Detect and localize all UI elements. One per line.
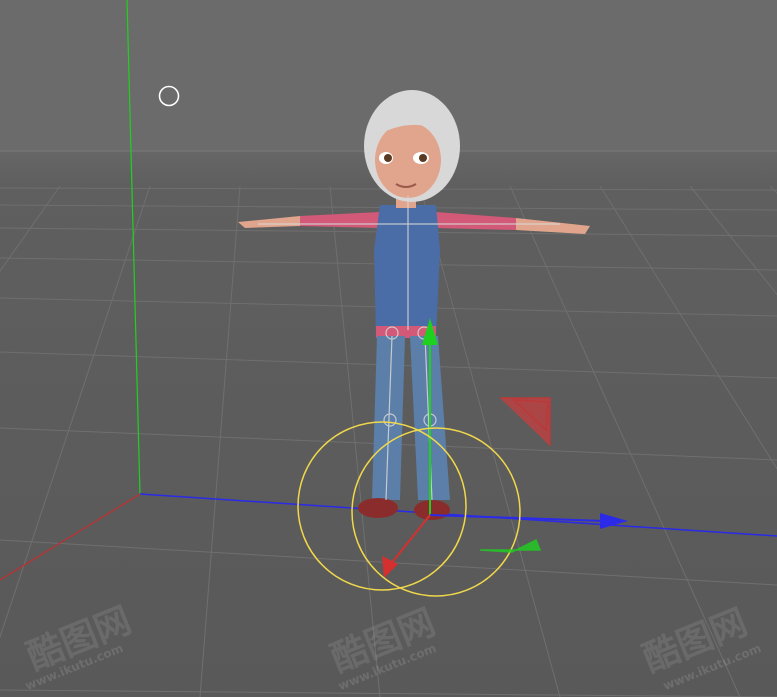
angle-helper-red	[500, 397, 551, 446]
gizmo-x-axis[interactable]	[429, 514, 606, 522]
left-shoe	[358, 498, 398, 518]
light-marker-icon[interactable]	[158, 85, 180, 107]
vest	[374, 205, 440, 338]
left-arm	[300, 212, 380, 228]
right-pupil	[419, 154, 427, 162]
right-shoe	[414, 500, 450, 520]
left-pupil	[384, 154, 392, 162]
world-axis-y	[126, 0, 141, 495]
world-axis-z	[0, 493, 141, 581]
right-arm	[436, 212, 516, 230]
3d-viewport[interactable]: 酷图网 www.ikutu.com 酷图网 www.ikutu.com 酷图网 …	[0, 0, 777, 697]
angle-helper-green	[479, 538, 542, 553]
left-hand	[238, 216, 300, 228]
right-hand	[516, 218, 590, 234]
gizmo-z-axis[interactable]	[389, 514, 431, 566]
